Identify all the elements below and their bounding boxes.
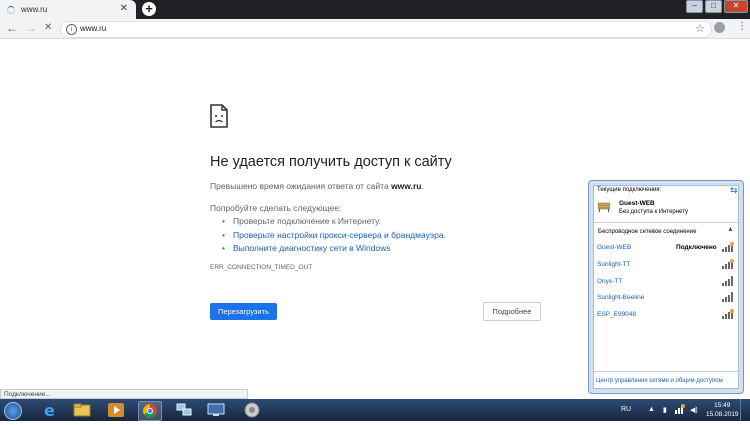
suggestion-text[interactable]: Выполните диагностику сети в Windows xyxy=(233,243,391,253)
browser-tab[interactable]: www.ru ✕ xyxy=(0,0,136,19)
wifi-signal-icon xyxy=(722,276,733,286)
divider xyxy=(594,222,738,223)
sad-page-icon xyxy=(210,104,228,128)
wifi-network-item[interactable]: ESP_E99048 xyxy=(597,309,737,321)
divider xyxy=(594,371,738,372)
suggestion-network-diagnostics-link[interactable]: Выполните диагностику сети в Windows xyxy=(222,242,446,256)
error-code: ERR_CONNECTION_TIMED_OUT xyxy=(210,264,313,271)
status-bubble: Подключение... xyxy=(0,389,248,399)
current-network-status: Без доступа к Интернету xyxy=(619,209,689,215)
app-icon[interactable] xyxy=(242,401,262,419)
new-tab-button[interactable]: + xyxy=(142,2,156,16)
details-button[interactable]: Подробнее xyxy=(483,302,541,321)
chrome-icon[interactable] xyxy=(138,401,162,421)
suggestions-list: Проверьте подключение к Интернету. Прове… xyxy=(222,215,446,256)
suggestion-check-connection: Проверьте подключение к Интернету. xyxy=(222,215,446,229)
tab-title: www.ru xyxy=(21,5,48,14)
back-arrow-icon[interactable]: ← xyxy=(6,21,18,35)
start-button[interactable] xyxy=(4,402,22,420)
browser-toolbar: ← → ✕ i www.ru ☆ xyxy=(0,19,750,39)
network-status: Подключено xyxy=(676,244,717,251)
suggestions-heading: Попробуйте сделать следующее: xyxy=(210,203,342,213)
file-explorer-icon[interactable] xyxy=(72,401,92,419)
current-connections-label: Текущие подключения: xyxy=(597,187,662,193)
tab-close-icon[interactable]: ✕ xyxy=(120,3,128,14)
suggestion-text[interactable]: Проверьте настройки прокси-сервера и бра… xyxy=(233,230,446,240)
minimize-button[interactable]: – xyxy=(686,0,703,13)
network-name: Guest-WEB xyxy=(597,244,632,251)
forward-arrow-icon[interactable]: → xyxy=(25,21,37,35)
system-clock[interactable]: 15:49 15.08.2019 xyxy=(706,401,739,419)
maximize-button[interactable]: □ xyxy=(705,0,722,13)
tab-strip: www.ru ✕ + – □ ✕ xyxy=(0,0,750,19)
wifi-signal-icon xyxy=(722,309,734,319)
profile-avatar[interactable] xyxy=(714,22,725,33)
menu-kebab-icon[interactable]: ⋮ xyxy=(737,21,747,33)
network-name: ESP_E99048 xyxy=(597,311,637,318)
battery-icon[interactable]: ▮ xyxy=(663,406,667,414)
network-computers-icon[interactable] xyxy=(174,401,194,419)
remote-desktop-icon[interactable] xyxy=(206,401,226,419)
stop-icon[interactable]: ✕ xyxy=(44,21,52,35)
error-description: Превышено время ожидания ответа от сайта… xyxy=(210,181,424,191)
wifi-network-item[interactable]: Guest-WEB Подключено xyxy=(597,242,737,254)
wifi-signal-icon xyxy=(722,259,734,269)
wifi-signal-icon xyxy=(722,242,734,252)
suggestion-text: Проверьте подключение к Интернету. xyxy=(233,216,381,226)
wifi-network-item[interactable]: Sunlight-Beeline xyxy=(597,292,737,304)
wifi-network-item[interactable]: Sunlight-TT xyxy=(597,259,737,271)
network-tray-icon[interactable] xyxy=(675,404,685,414)
network-sharing-center-link[interactable]: Центр управления сетями и общим доступом xyxy=(596,378,723,384)
close-window-button[interactable]: ✕ xyxy=(724,0,748,13)
error-title: Не удается получить доступ к сайту xyxy=(210,154,452,170)
wifi-signal-icon xyxy=(722,292,733,302)
url-text[interactable]: www.ru xyxy=(80,24,106,33)
error-description-prefix: Превышено время ожидания ответа от сайта xyxy=(210,181,392,191)
address-bar[interactable]: i www.ru ☆ xyxy=(60,21,712,38)
network-name: Sunlight-Beeline xyxy=(597,294,645,301)
wireless-section-title: Беспроводное сетевое соединение xyxy=(598,229,697,235)
wifi-network-item[interactable]: Onyx-TT xyxy=(597,276,737,288)
window-controls: – □ ✕ xyxy=(684,0,748,13)
volume-icon[interactable]: ◀) xyxy=(690,406,698,414)
current-network-name: Guest-WEB xyxy=(619,200,655,207)
loading-spinner-icon xyxy=(7,5,15,14)
language-indicator[interactable]: RU xyxy=(621,406,631,413)
svg-text:e: e xyxy=(44,401,55,419)
info-icon[interactable]: i xyxy=(66,24,77,35)
error-description-suffix: . xyxy=(421,181,424,191)
suggestion-proxy-settings-link[interactable]: Проверьте настройки прокси-сервера и бра… xyxy=(222,229,446,243)
tray-arrow-icon[interactable]: ▲ xyxy=(648,406,655,413)
refresh-icon[interactable]: ⇆ xyxy=(730,185,738,196)
network-name: Onyx-TT xyxy=(597,278,623,285)
collapse-chevron-icon[interactable]: ▲ xyxy=(727,226,734,233)
bench-network-icon xyxy=(598,202,610,212)
internet-explorer-icon[interactable]: e xyxy=(40,401,60,420)
bookmark-star-icon[interactable]: ☆ xyxy=(695,22,705,35)
clock-date: 15.08.2019 xyxy=(706,411,739,418)
media-player-icon[interactable] xyxy=(106,401,126,419)
show-desktop-button[interactable] xyxy=(740,399,750,421)
clock-time: 15:49 xyxy=(714,402,731,409)
reload-button[interactable]: Перезагрузить xyxy=(210,303,277,320)
error-host: www.ru xyxy=(391,181,422,191)
network-name: Sunlight-TT xyxy=(597,261,631,268)
